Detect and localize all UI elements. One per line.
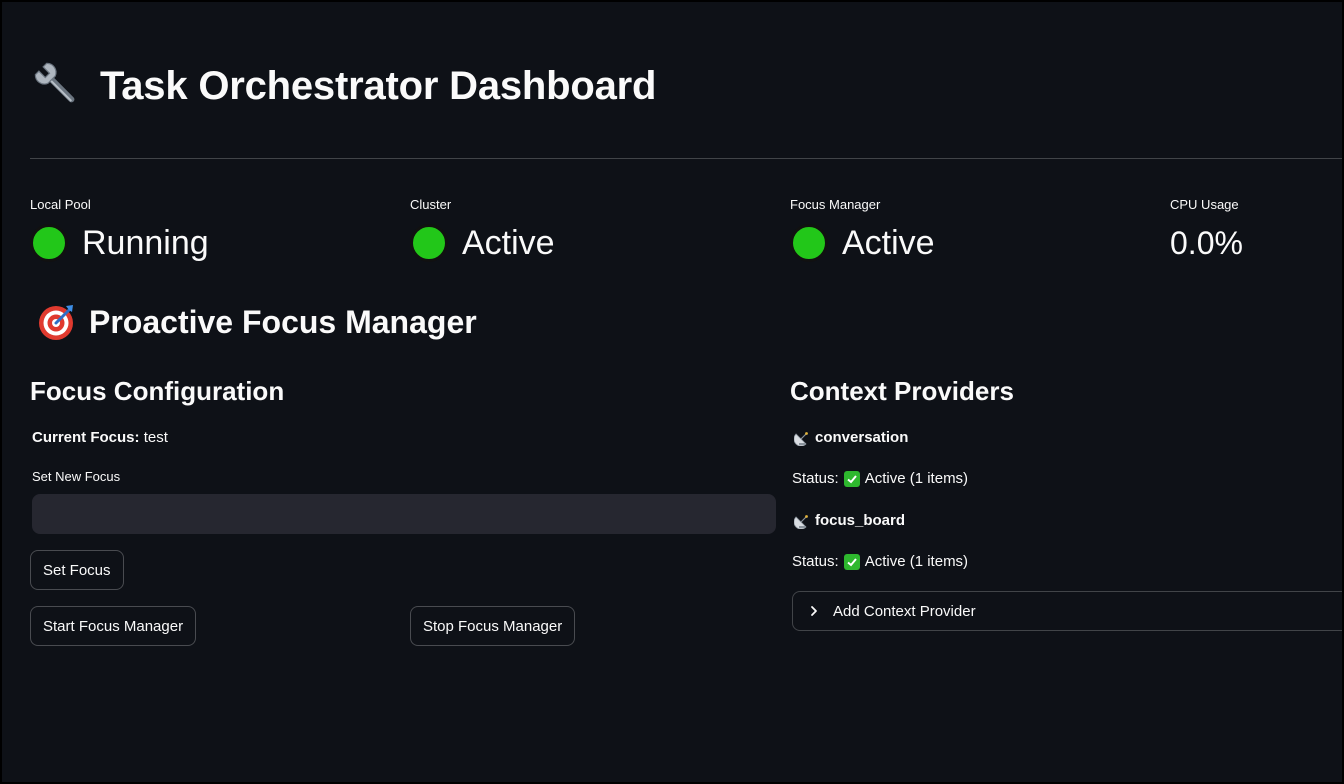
metric-value: Running: [82, 223, 209, 262]
current-focus: Current Focus: test: [32, 429, 168, 446]
metric-value: Active: [842, 223, 935, 262]
satellite-antenna-icon: [794, 431, 808, 446]
metric-cpu-usage: CPU Usage 0.0%: [1170, 197, 1243, 265]
current-focus-value: test: [143, 429, 168, 446]
metric-cluster: Cluster Active: [410, 197, 555, 265]
expander-label: Add Context Provider: [833, 602, 976, 620]
status-text: Active (1 items): [864, 470, 969, 487]
page-title: Task Orchestrator Dashboard: [100, 63, 657, 108]
metric-label: Focus Manager: [790, 197, 881, 212]
app-main: Task Orchestrator Dashboard Local Pool R…: [2, 2, 1342, 782]
satellite-antenna-icon: [794, 514, 808, 529]
green-circle-icon: [30, 224, 68, 262]
metric-label: Cluster: [410, 197, 452, 212]
metric-label: Local Pool: [30, 197, 91, 212]
provider-conversation: conversation: [794, 429, 908, 446]
set-focus-button[interactable]: Set Focus: [30, 550, 124, 590]
metric-local-pool: Local Pool Running: [30, 197, 209, 265]
wrench-icon: [34, 62, 75, 103]
check-mark-icon: [843, 470, 860, 487]
status-label: Status:: [792, 553, 839, 570]
metric-value: Active: [462, 223, 555, 262]
green-circle-icon: [790, 224, 828, 262]
metric-label: CPU Usage: [1170, 197, 1239, 212]
set-new-focus-input[interactable]: [32, 494, 776, 534]
provider-status: Status: Active (1 items): [792, 553, 968, 570]
add-context-provider-expander[interactable]: Add Context Provider: [792, 591, 1342, 631]
status-label: Status:: [792, 470, 839, 487]
set-new-focus-label: Set New Focus: [32, 469, 121, 484]
check-mark-icon: [843, 553, 860, 570]
chevron-right-icon: [811, 606, 817, 616]
page-header: Task Orchestrator Dashboard: [32, 60, 656, 112]
metric-value: 0.0%: [1170, 224, 1243, 261]
provider-status: Status: Active (1 items): [792, 470, 968, 487]
section-header: Proactive Focus Manager: [36, 302, 477, 342]
provider-name: focus_board: [815, 512, 906, 529]
metric-focus-manager: Focus Manager Active: [790, 197, 935, 265]
start-focus-manager-button[interactable]: Start Focus Manager: [30, 606, 197, 646]
target-icon: [39, 305, 73, 340]
green-circle-icon: [410, 224, 448, 262]
stop-focus-manager-button[interactable]: Stop Focus Manager: [410, 606, 576, 646]
provider-focus-board: focus_board: [794, 512, 905, 529]
provider-name: conversation: [815, 429, 909, 446]
context-providers-title: Context Providers: [790, 376, 1014, 406]
header-divider: [30, 158, 1342, 159]
current-focus-label: Current Focus:: [32, 429, 140, 446]
focus-configuration-title: Focus Configuration: [30, 376, 285, 406]
status-text: Active (1 items): [864, 553, 969, 570]
section-title: Proactive Focus Manager: [89, 303, 477, 340]
